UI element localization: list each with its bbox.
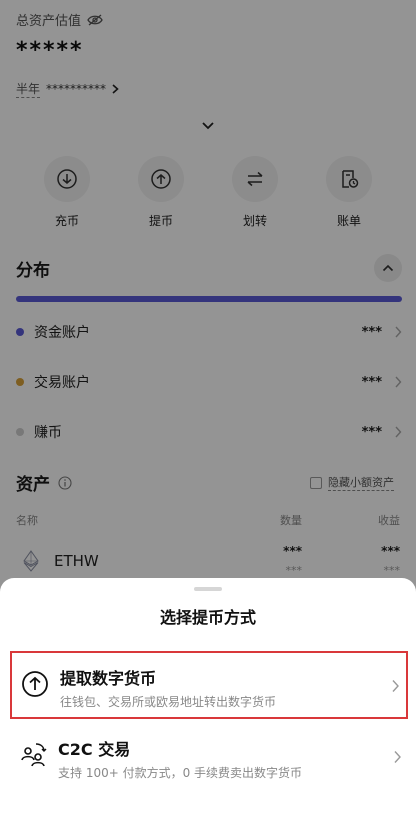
sheet-drag-handle[interactable]: [194, 587, 222, 591]
c2c-icon: [21, 743, 47, 767]
withdraw-icon: [22, 671, 48, 697]
withdraw-method-sheet: 选择提币方式 提取数字货币 往钱包、交易所或欧易地址转出数字货币 C2C 交易 …: [0, 578, 416, 817]
option-description: 往钱包、交易所或欧易地址转出数字货币: [60, 695, 277, 709]
sheet-title: 选择提币方式: [159, 608, 256, 627]
option-description: 支持 100+ 付款方式，0 手续费卖出数字货币: [58, 766, 303, 780]
c2c-trade-option[interactable]: C2C 交易 支持 100+ 付款方式，0 手续费卖出数字货币: [10, 724, 408, 792]
chevron-right-icon: [392, 680, 399, 692]
chevron-right-icon: [394, 751, 401, 763]
option-title: C2C 交易: [58, 740, 131, 759]
option-title: 提取数字货币: [60, 669, 157, 688]
withdraw-crypto-option[interactable]: 提取数字货币 往钱包、交易所或欧易地址转出数字货币: [10, 651, 408, 719]
